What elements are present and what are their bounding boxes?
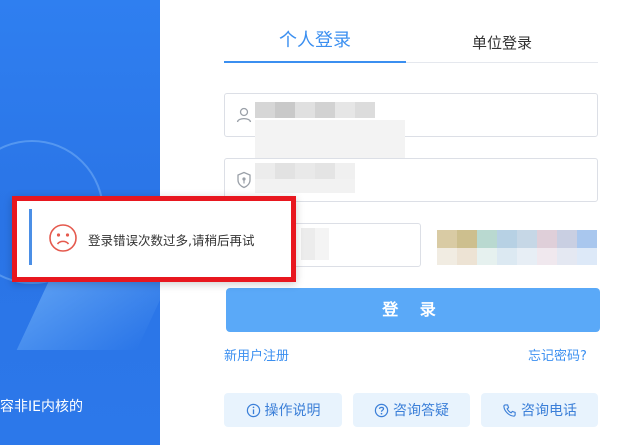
redacted-password [255, 163, 355, 179]
shield-key-icon [237, 171, 251, 189]
user-icon [236, 107, 252, 123]
error-toast-highlight: 登录错误次数过多,请稍后再试 [12, 196, 296, 282]
redacted-username [255, 102, 375, 118]
active-tab-indicator [224, 61, 406, 63]
username-field[interactable] [224, 93, 598, 160]
error-message: 登录错误次数过多,请稍后再试 [88, 233, 255, 248]
redacted-username-lower [255, 120, 405, 160]
login-button[interactable]: 登 录 [226, 288, 600, 332]
captcha-image[interactable] [437, 230, 597, 265]
faq-label: 咨询答疑 [393, 403, 449, 419]
register-link[interactable]: 新用户注册 [224, 345, 289, 364]
tab-unit-login[interactable]: 单位登录 [406, 32, 598, 68]
hotline-button[interactable]: 咨询电话 [481, 393, 598, 427]
login-tabs: 个人登录 单位登录 [224, 26, 598, 63]
info-circle-icon [246, 403, 260, 417]
browser-compat-note: 容非IE内核的 [0, 399, 83, 415]
forgot-password-link[interactable]: 忘记密码? [528, 345, 587, 364]
tab-personal-login[interactable]: 个人登录 [224, 26, 406, 63]
phone-icon [503, 403, 516, 417]
redacted-password-lower [255, 179, 355, 193]
redacted-captcha [301, 228, 329, 260]
hotline-label: 咨询电话 [521, 403, 577, 419]
error-toast: 登录错误次数过多,请稍后再试 [29, 209, 290, 265]
operation-guide-button[interactable]: 操作说明 [224, 393, 342, 427]
sad-face-icon [49, 224, 77, 252]
tab-unit-label: 单位登录 [471, 34, 532, 52]
tab-personal-label: 个人登录 [279, 30, 351, 51]
faq-button[interactable]: 咨询答疑 [353, 393, 470, 427]
question-circle-icon [374, 403, 389, 417]
operation-guide-label: 操作说明 [264, 403, 321, 419]
